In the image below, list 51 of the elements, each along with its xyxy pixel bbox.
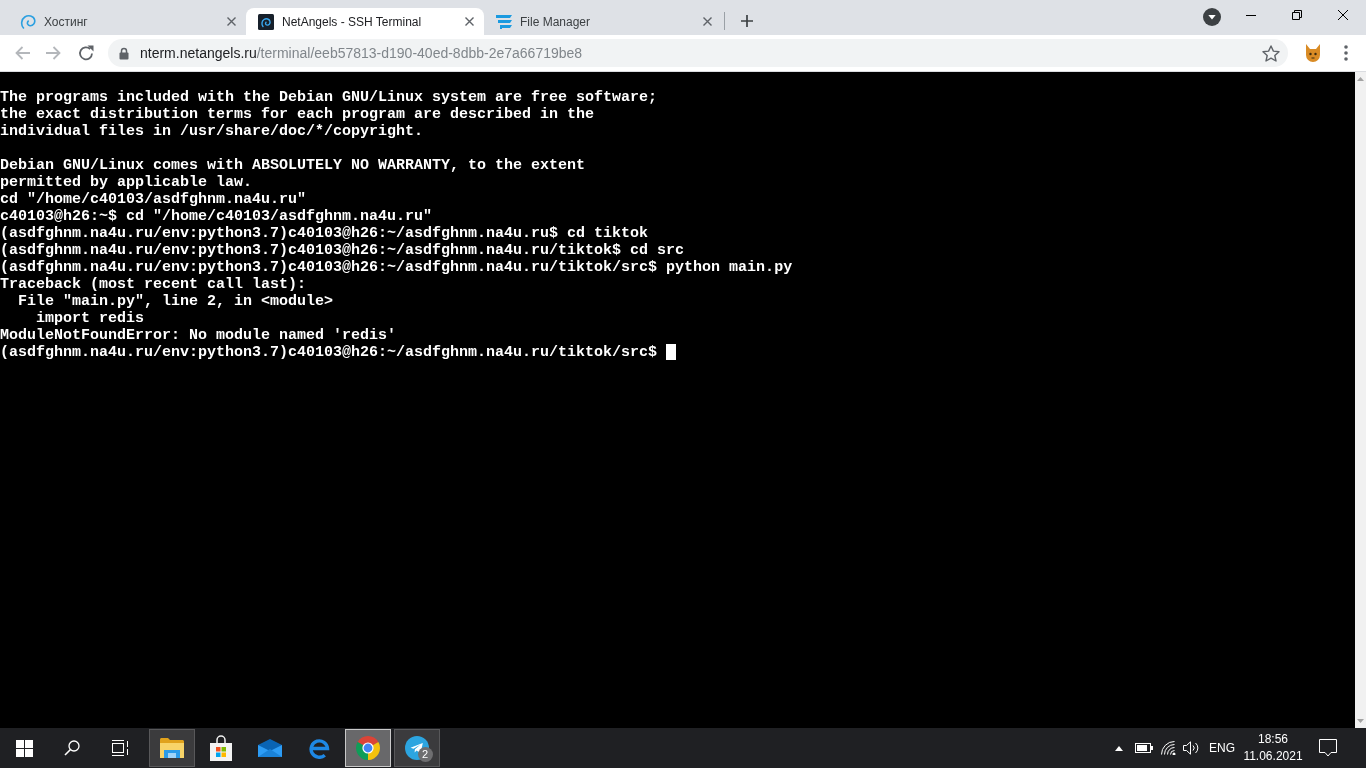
clock-date[interactable]: 11.06.2021: [1243, 748, 1303, 765]
folder-icon: [159, 738, 184, 758]
star-icon[interactable]: [1262, 44, 1280, 62]
language-indicator[interactable]: ENG: [1209, 741, 1235, 755]
wifi-icon[interactable]: [1160, 741, 1176, 755]
swirl-tile-icon: [258, 13, 274, 30]
terminal-line: the exact distribution terms for each program are described in the: [0, 106, 595, 123]
taskbar-app-button[interactable]: 2: [393, 729, 440, 767]
browser-tab[interactable]: File Manager: [484, 8, 722, 35]
terminal-line: ModuleNotFoundError: No module named 'redis': [0, 327, 397, 344]
terminal-line: (asdfghnm.na4u.ru/env:python3.7)c40103@h26:~/asdfghnm.na4u.ru/tiktok$ cd src: [0, 242, 685, 259]
shopping-bag-icon: [209, 735, 232, 761]
terminal-line: permitted by applicable law.: [0, 174, 253, 191]
dropdown-icon[interactable]: [1203, 8, 1221, 26]
terminal-line: c40103@h26:~$ cd "/home/c40103/asdfghnm.na4u.ru": [0, 208, 433, 225]
circle-logo-icon: [355, 736, 380, 760]
terminal-line: (asdfghnm.na4u.ru/env:python3.7)c40103@h26:~/asdfghnm.na4u.ru$ cd tiktok: [0, 225, 649, 242]
start-icon[interactable]: [15, 739, 33, 757]
volume-icon[interactable]: [1183, 741, 1199, 755]
browser-tab[interactable]: NetAngels - SSH Terminal: [246, 8, 484, 35]
search-icon[interactable]: [64, 740, 80, 756]
terminal-line: (asdfghnm.na4u.ru/env:python3.7)c40103@h26:~/asdfghnm.na4u.ru/tiktok/src$ python main.py: [0, 259, 793, 276]
file-tray-icon: [496, 14, 512, 29]
close-icon[interactable]: [1338, 10, 1348, 20]
reload-icon[interactable]: [78, 45, 94, 61]
terminal-line: The programs included with the Debian GNU/Linux system are free software;: [0, 89, 658, 106]
taskbar-app-button[interactable]: [148, 729, 195, 767]
terminal-line: Traceback (most recent call last):: [0, 276, 307, 293]
caret-up-icon[interactable]: [1115, 745, 1123, 751]
clock-time[interactable]: 18:56: [1258, 731, 1288, 748]
restore-icon[interactable]: [1292, 10, 1302, 20]
terminal-line: (asdfghnm.na4u.ru/env:python3.7)c40103@h26:~/asdfghnm.na4u.ru/tiktok/src$: [0, 344, 658, 361]
terminal-line: File "main.py", line 2, in <module>: [17, 293, 334, 310]
terminal-line: cd "/home/c40103/asdfghnm.na4u.ru": [0, 191, 307, 208]
plus-icon[interactable]: [741, 15, 753, 27]
menu-icon[interactable]: [1344, 45, 1348, 61]
task-view-icon[interactable]: [111, 740, 129, 756]
address-bar[interactable]: nterm.netangels.ru/terminal/eeb57813-d190-40ed-8dbb-2e7a66719be8: [108, 39, 1288, 67]
cat-icon[interactable]: [1303, 43, 1323, 63]
close-icon[interactable]: [465, 17, 474, 26]
e-logo-icon: [307, 737, 330, 759]
terminal-line: individual files in /usr/share/doc/*/copyright.: [0, 123, 424, 140]
terminal-line: import redis: [35, 310, 145, 327]
envelope-icon: [257, 739, 282, 757]
terminal-line: Debian GNU/Linux comes with ABSOLUTELY NO WARRANTY, to the extent: [0, 157, 586, 174]
browser-tab[interactable]: Хостинг: [8, 8, 246, 35]
swirl-icon: [20, 13, 36, 30]
minimize-icon[interactable]: [1246, 14, 1256, 16]
lock-icon: [119, 46, 129, 60]
battery-icon[interactable]: [1135, 743, 1153, 753]
notification-icon[interactable]: [1319, 739, 1337, 757]
